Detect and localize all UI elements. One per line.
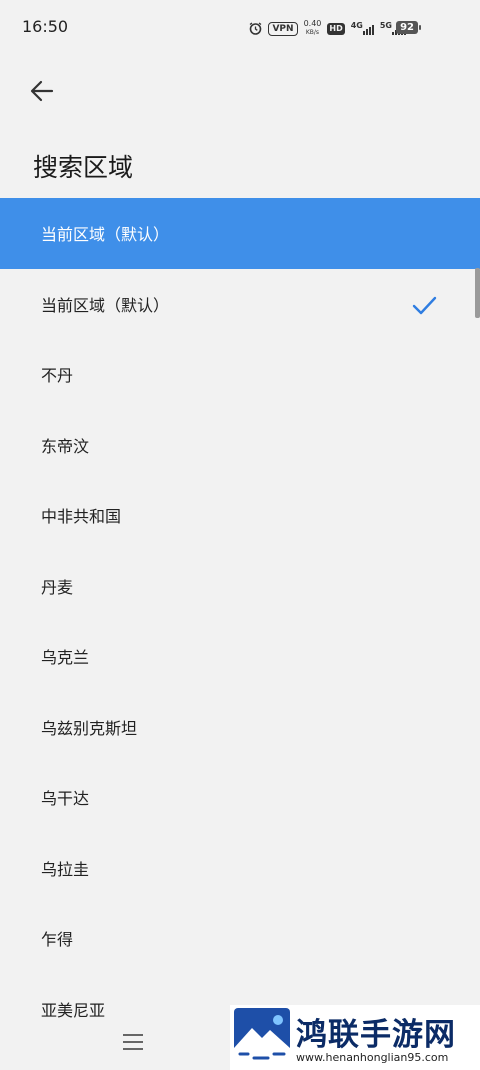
network-speed-value: 0.40 [303, 19, 322, 28]
hamburger-icon [123, 1034, 143, 1050]
battery-indicator: 92 [396, 21, 421, 34]
region-label: 不丹 [41, 366, 74, 386]
region-label: 乍得 [41, 930, 74, 950]
region-row[interactable]: 乌拉圭 [0, 833, 480, 904]
hd-badge: HD [327, 22, 345, 35]
region-row[interactable]: 丹麦 [0, 551, 480, 622]
region-label: 亚美尼亚 [41, 1000, 106, 1020]
region-row[interactable]: 乍得 [0, 903, 480, 974]
region-row[interactable]: 中非共和国 [0, 480, 480, 551]
signal-4g: 4G [350, 20, 374, 35]
region-list: 当前区域（默认） 当前区域（默认） 不丹 东帝汶 中非共和国 丹麦 乌克兰 乌兹… [0, 198, 480, 1044]
region-label: 乌拉圭 [41, 859, 90, 879]
region-row-current[interactable]: 当前区域（默认） [0, 269, 480, 340]
back-button[interactable] [26, 74, 60, 108]
scrollbar-thumb[interactable] [475, 268, 480, 318]
highlighted-region-row[interactable]: 当前区域（默认） [0, 198, 480, 269]
menu-icon[interactable] [122, 1032, 144, 1052]
page-title: 搜索区域 [33, 153, 134, 182]
status-time: 16:50 [22, 17, 69, 36]
region-row[interactable]: 乌干达 [0, 762, 480, 833]
region-row[interactable]: 不丹 [0, 339, 480, 410]
region-row[interactable]: 乌克兰 [0, 621, 480, 692]
region-row[interactable]: 东帝汶 [0, 410, 480, 481]
signal-5g-label: 5G [379, 20, 392, 30]
status-icons: VPN 0.40 KB/s HD 4G 5G [249, 20, 406, 37]
region-row[interactable]: 乌兹别克斯坦 [0, 692, 480, 763]
status-bar: 16:50 VPN 0.40 KB/s HD 4G 5G 92 [0, 0, 480, 56]
region-label: 中非共和国 [41, 507, 122, 527]
region-label: 乌克兰 [41, 648, 90, 668]
watermark-logo-icon [234, 1008, 290, 1064]
region-label: 丹麦 [41, 577, 74, 597]
arrow-left-icon [30, 80, 54, 102]
alarm-icon [250, 22, 262, 35]
network-speed-unit: KB/s [305, 29, 320, 36]
network-speed: 0.40 KB/s [304, 20, 322, 37]
signal-bars-icon [362, 23, 374, 35]
watermark-url: www.henanhonglian95.com [296, 1051, 449, 1064]
region-label: 东帝汶 [41, 436, 90, 456]
region-label: 当前区域（默认） [41, 295, 170, 315]
vpn-badge: VPN [268, 21, 298, 36]
signal-4g-label: 4G [350, 20, 363, 30]
watermark-title: 鸿联手游网 [296, 1017, 456, 1053]
watermark: 鸿联手游网 www.henanhonglian95.com [230, 1005, 480, 1070]
region-label: 乌干达 [41, 789, 90, 809]
region-label: 乌兹别克斯坦 [41, 718, 138, 738]
check-icon [412, 296, 437, 314]
highlighted-region-label: 当前区域（默认） [41, 225, 170, 245]
